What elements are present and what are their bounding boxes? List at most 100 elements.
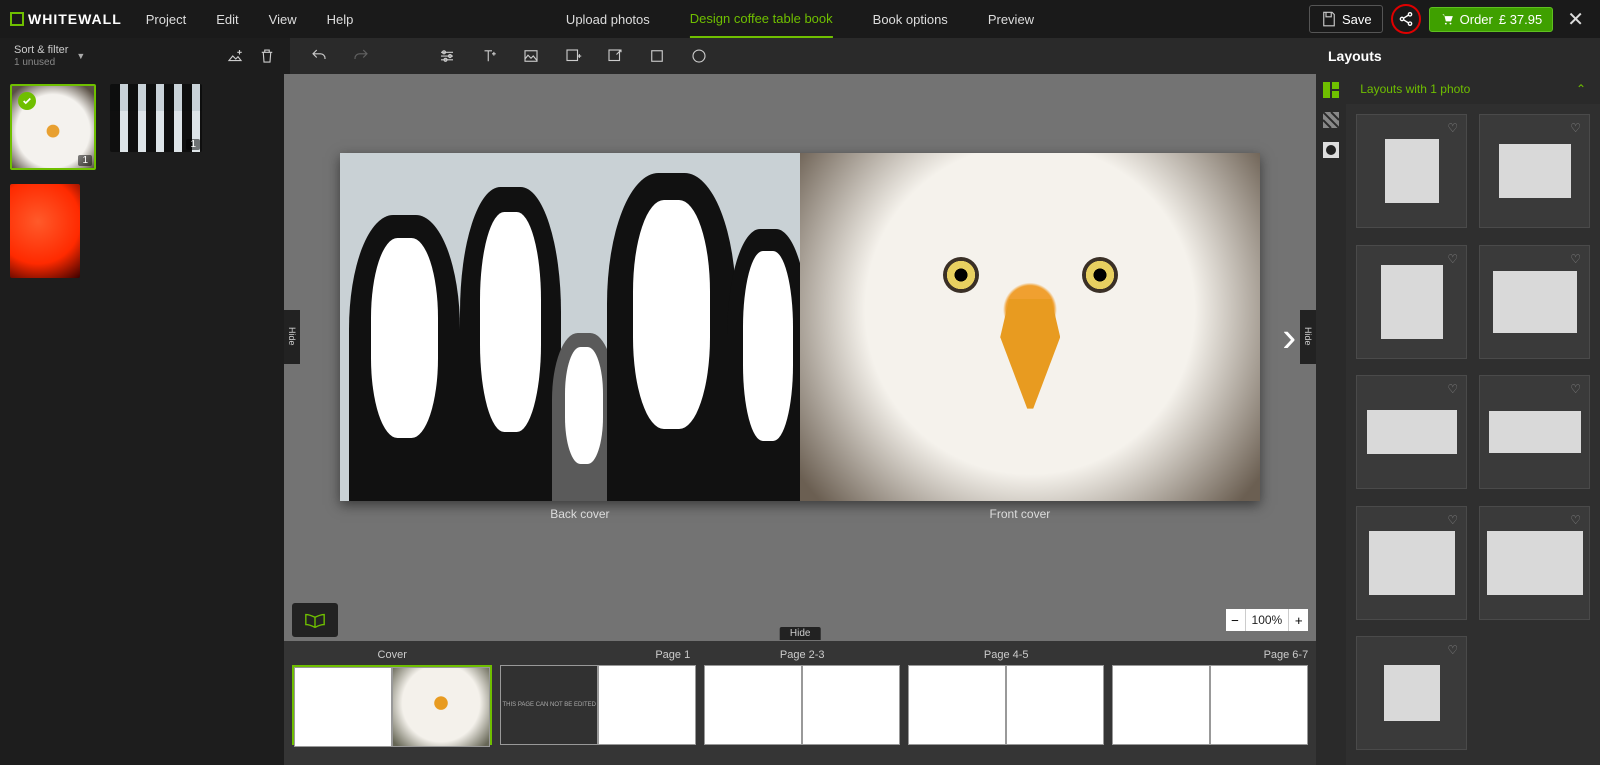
zoom-in-button[interactable]: + (1288, 609, 1308, 631)
patterns-tab-icon[interactable] (1321, 110, 1341, 130)
delete-icon[interactable] (258, 47, 276, 65)
second-bar: Sort & filter 1 unused ▼ Layouts (0, 38, 1600, 74)
menu-help[interactable]: Help (327, 12, 354, 27)
favorite-icon[interactable]: ♡ (1447, 252, 1458, 266)
back-cover-page[interactable] (340, 153, 800, 501)
filmstrip-page67-label: Page 6-7 (1112, 649, 1308, 661)
add-frame-icon[interactable] (564, 47, 582, 65)
filmstrip-page1-label: Page 1 (500, 649, 696, 661)
brand-text: WHITEWALL (28, 11, 122, 27)
crop-out-icon[interactable] (606, 47, 624, 65)
spread-view-button[interactable] (292, 603, 338, 637)
add-photo-icon[interactable] (226, 47, 244, 65)
layout-option[interactable]: ♡ (1356, 506, 1467, 620)
chevron-up-icon: ⌃ (1576, 82, 1586, 96)
sort-filter-button[interactable]: Sort & filter (14, 44, 68, 56)
insert-image-icon[interactable] (522, 47, 540, 65)
hide-right-panel-tab[interactable]: Hide (1300, 310, 1316, 364)
tab-book-options[interactable]: Book options (873, 0, 948, 38)
back-cover-label: Back cover (550, 507, 609, 521)
layout-option[interactable]: ♡ (1479, 245, 1590, 359)
filmstrip-cover[interactable]: Cover (292, 649, 492, 757)
hide-left-panel-tab[interactable]: Hide (284, 310, 300, 364)
page-filmstrip: Cover Page 1 THIS PAGE CAN NOT BE EDITED… (284, 641, 1316, 765)
filmstrip-page23-label: Page 2-3 (704, 649, 900, 661)
layout-option[interactable]: ♡ (1479, 506, 1590, 620)
favorite-icon[interactable]: ♡ (1570, 252, 1581, 266)
hide-filmstrip-tab[interactable]: Hide (780, 627, 821, 640)
layout-option[interactable]: ♡ (1356, 114, 1467, 228)
layout-option[interactable]: ♡ (1356, 245, 1467, 359)
layouts-section-header[interactable]: Layouts with 1 photo ⌃ (1346, 74, 1600, 104)
save-icon (1320, 10, 1338, 28)
add-text-icon[interactable] (480, 47, 498, 65)
masks-tab-icon[interactable] (1321, 140, 1341, 160)
use-count: 1 (186, 139, 200, 150)
front-cover-label: Front cover (990, 507, 1051, 521)
filmstrip-page45-label: Page 4-5 (908, 649, 1104, 661)
tab-upload-photos[interactable]: Upload photos (566, 0, 650, 38)
cover-spread[interactable] (340, 153, 1260, 501)
menu-edit[interactable]: Edit (216, 12, 238, 27)
top-bar: WHITEWALL Project Edit View Help Upload … (0, 0, 1600, 38)
favorite-icon[interactable]: ♡ (1447, 513, 1458, 527)
menu-view[interactable]: View (269, 12, 297, 27)
next-page-arrow[interactable]: › (1282, 313, 1296, 361)
square-shape-icon[interactable] (648, 47, 666, 65)
layouts-panel-title: Layouts (1310, 38, 1600, 74)
photo-thumb-eagle[interactable]: 1 (10, 84, 96, 170)
layouts-tab-icon[interactable] (1321, 80, 1341, 100)
canvas-footer: − 100% + Hide (284, 599, 1316, 641)
main-row: 1 1 Hide (0, 74, 1600, 765)
filmstrip-page-4-5[interactable]: Page 4-5 (908, 649, 1104, 757)
dropdown-caret-icon[interactable]: ▼ (76, 51, 85, 61)
share-icon (1398, 11, 1414, 27)
layout-option[interactable]: ♡ (1356, 375, 1467, 489)
favorite-icon[interactable]: ♡ (1447, 121, 1458, 135)
layout-grid: ♡ ♡ ♡ ♡ ♡ ♡ ♡ ♡ ♡ (1346, 104, 1600, 765)
zoom-out-button[interactable]: − (1226, 609, 1246, 631)
circle-shape-icon[interactable] (690, 47, 708, 65)
favorite-icon[interactable]: ♡ (1570, 513, 1581, 527)
filmstrip-page-2-3[interactable]: Page 2-3 (704, 649, 900, 757)
canvas-area: Hide (284, 74, 1316, 599)
menu-project[interactable]: Project (146, 12, 186, 27)
photo-strip-header: Sort & filter 1 unused ▼ (0, 38, 290, 74)
photo-thumb-flamingo[interactable] (10, 184, 80, 278)
filmstrip-page-6-7[interactable]: Page 6-7 (1112, 649, 1308, 757)
share-button[interactable] (1391, 4, 1421, 34)
redo-button[interactable] (352, 47, 370, 65)
photo-strip: 1 1 (0, 74, 284, 765)
editor-center: Hide (284, 74, 1316, 765)
front-cover-page[interactable] (800, 153, 1260, 501)
save-button[interactable]: Save (1309, 5, 1383, 33)
tab-design-book[interactable]: Design coffee table book (690, 0, 833, 38)
layouts-panel: Layouts with 1 photo ⌃ ♡ ♡ ♡ ♡ ♡ ♡ ♡ ♡ ♡ (1346, 74, 1600, 765)
tab-preview[interactable]: Preview (988, 0, 1034, 38)
undo-button[interactable] (310, 47, 328, 65)
filmstrip-page-1[interactable]: Page 1 THIS PAGE CAN NOT BE EDITED (500, 649, 696, 757)
photo-thumb-penguins[interactable]: 1 (110, 84, 202, 152)
order-button[interactable]: Order £ 37.95 (1429, 7, 1554, 32)
right-sidebar: Layouts with 1 photo ⌃ ♡ ♡ ♡ ♡ ♡ ♡ ♡ ♡ ♡ (1316, 74, 1600, 765)
save-label: Save (1342, 12, 1372, 27)
close-button[interactable]: ✕ (1561, 7, 1590, 32)
unused-count-label: 1 unused (14, 57, 68, 68)
use-count: 1 (78, 155, 92, 166)
workflow-tabs: Upload photos Design coffee table book B… (566, 0, 1034, 38)
editor-toolbar (290, 38, 1310, 74)
locked-page-note: THIS PAGE CAN NOT BE EDITED (502, 702, 595, 709)
adjust-sliders-icon[interactable] (438, 47, 456, 65)
zoom-control: − 100% + (1226, 609, 1309, 631)
layout-option[interactable]: ♡ (1479, 114, 1590, 228)
logo-square-icon (10, 12, 24, 26)
favorite-icon[interactable]: ♡ (1570, 382, 1581, 396)
favorite-icon[interactable]: ♡ (1570, 121, 1581, 135)
favorite-icon[interactable]: ♡ (1447, 643, 1458, 657)
layout-option[interactable]: ♡ (1356, 636, 1467, 750)
order-price: £ 37.95 (1499, 12, 1542, 27)
layouts-section-title: Layouts with 1 photo (1360, 82, 1470, 96)
cart-icon (1440, 12, 1454, 26)
layout-option[interactable]: ♡ (1479, 375, 1590, 489)
favorite-icon[interactable]: ♡ (1447, 382, 1458, 396)
